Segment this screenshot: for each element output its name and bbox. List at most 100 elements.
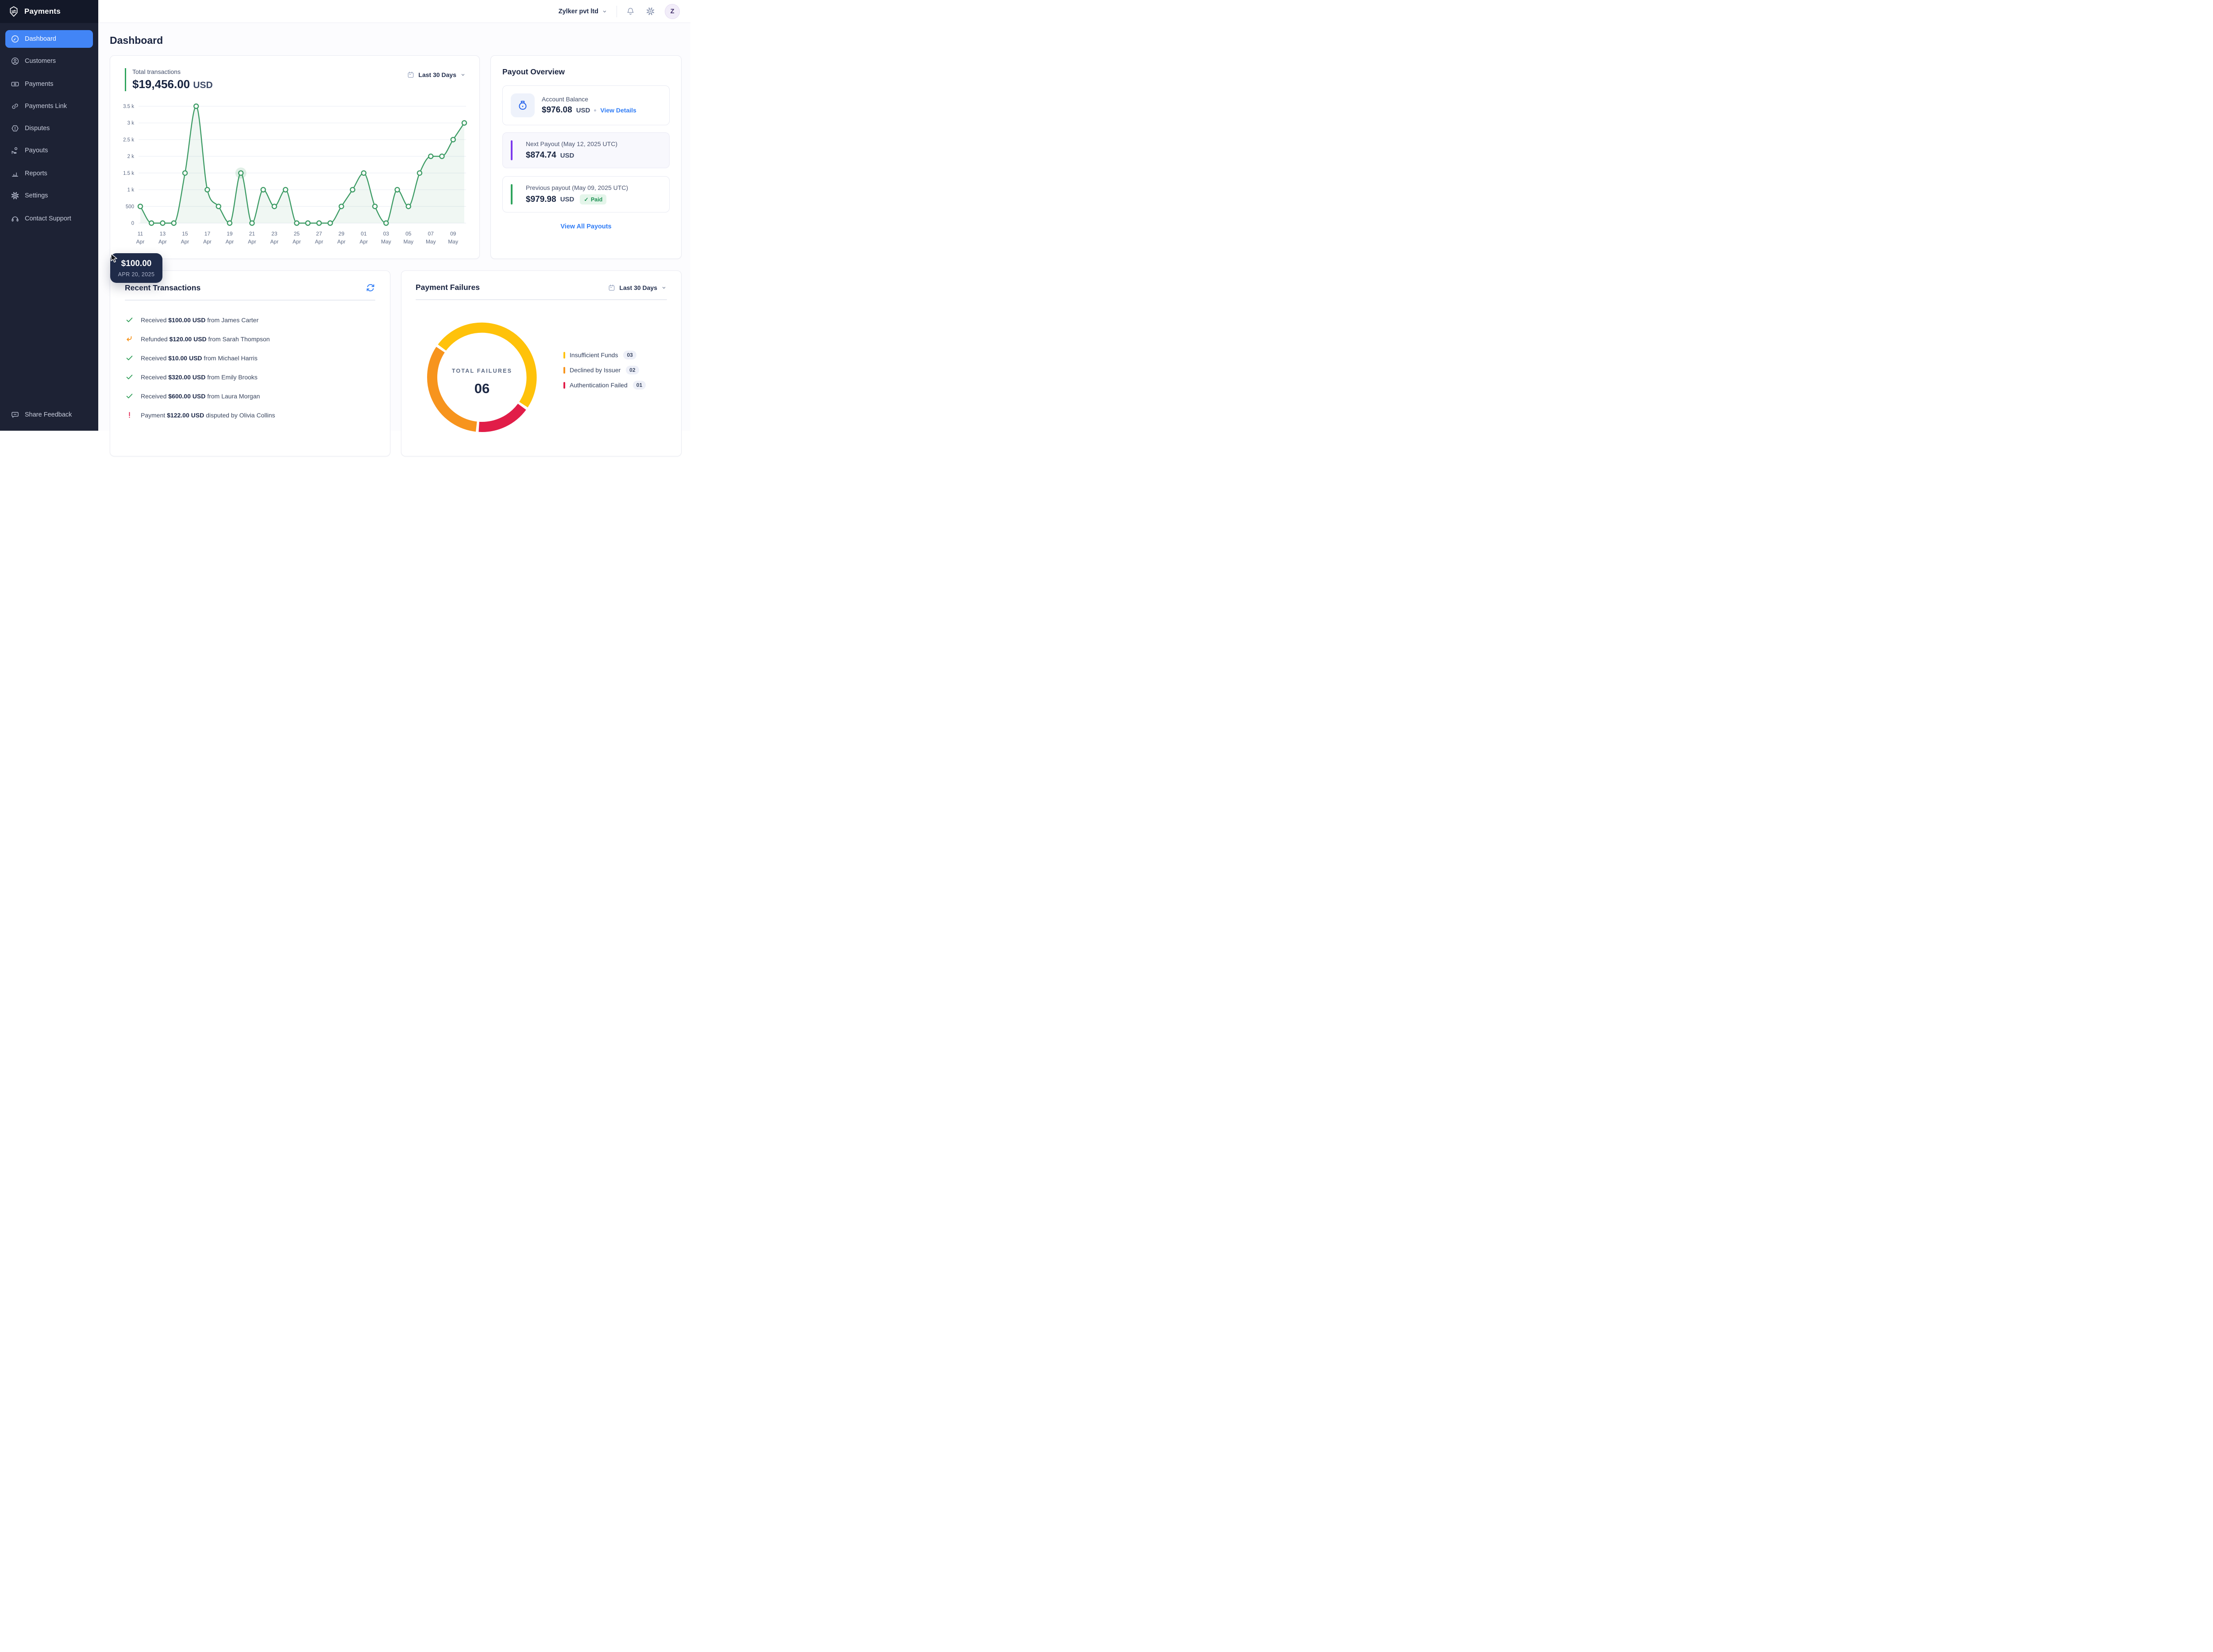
- sidebar: Payments Dashboard Customers Payments Payme…: [0, 0, 98, 431]
- payout-overview-card: Payout Overview Account Balance $976.08 …: [490, 55, 682, 259]
- sidebar-item-label: Disputes: [25, 125, 50, 132]
- view-all-payouts-link[interactable]: View All Payouts: [502, 223, 670, 230]
- account-balance-card: Account Balance $976.08 USD View Details: [502, 85, 670, 125]
- sidebar-item-payouts[interactable]: Payouts: [5, 142, 93, 159]
- legend-marker: [563, 352, 565, 359]
- sidebar-item-label: Payments: [25, 81, 53, 88]
- svg-text:15: 15: [182, 231, 188, 237]
- legend-count-badge: 03: [623, 351, 636, 359]
- transactions-list: Received $100.00 USD from James Carter R…: [125, 310, 375, 425]
- gauge-icon: [11, 35, 19, 43]
- svg-text:23: 23: [271, 231, 278, 237]
- previous-payout-label: Previous payout (May 09, 2025 UTC): [526, 184, 661, 191]
- svg-text:11: 11: [138, 231, 143, 237]
- svg-text:Apr: Apr: [136, 239, 145, 245]
- sidebar-group: Payments Payments Link Disputes Payouts: [5, 75, 93, 159]
- svg-text:Apr: Apr: [337, 239, 346, 245]
- svg-text:Apr: Apr: [158, 239, 167, 245]
- calendar-icon: [608, 284, 616, 292]
- transaction-row: Received $100.00 USD from James Carter: [125, 310, 375, 329]
- date-range-dropdown[interactable]: Last 30 Days: [407, 71, 466, 79]
- person-icon: [11, 57, 19, 66]
- chat-icon: [11, 410, 19, 419]
- money-bag-icon: [511, 93, 535, 117]
- alert-hex-icon: [11, 124, 19, 133]
- total-transactions-card: Total transactions $19,456.00 USD Last 3…: [110, 55, 480, 259]
- payout-overview-title: Payout Overview: [502, 67, 670, 77]
- svg-text:0: 0: [131, 221, 134, 226]
- svg-text:25: 25: [294, 231, 300, 237]
- org-name: Zylker pvt ltd: [559, 8, 598, 15]
- total-amount: $19,456.00 USD: [132, 77, 213, 91]
- bars-icon: [11, 169, 19, 178]
- sidebar-item-customers[interactable]: Customers: [5, 52, 93, 70]
- share-feedback-label: Share Feedback: [25, 411, 72, 418]
- chevron-down-icon: [661, 285, 667, 291]
- org-switcher[interactable]: Zylker pvt ltd: [559, 8, 608, 15]
- svg-text:Apr: Apr: [359, 239, 368, 245]
- sidebar-item-payments-link[interactable]: Payments Link: [5, 97, 93, 115]
- dot-separator: [594, 109, 596, 112]
- transaction-text: Received $100.00 USD from James Carter: [141, 317, 258, 324]
- svg-text:3.5 k: 3.5 k: [123, 104, 134, 109]
- sidebar-item-reports[interactable]: Reports: [5, 165, 93, 182]
- sidebar-item-payments[interactable]: Payments: [5, 75, 93, 93]
- svg-text:May: May: [381, 239, 391, 245]
- chevron-down-icon: [460, 72, 466, 78]
- svg-text:27: 27: [316, 231, 322, 237]
- legend-count-badge: 01: [633, 381, 646, 390]
- avatar[interactable]: Z: [665, 4, 680, 19]
- sidebar-item-label: Payments Link: [25, 103, 67, 110]
- sidebar-item-disputes[interactable]: Disputes: [5, 120, 93, 137]
- recent-transactions-card: Recent Transactions Received $100.00 USD…: [110, 270, 390, 456]
- legend-item-authentication-failed: Authentication Failed 01: [563, 381, 646, 390]
- svg-text:29: 29: [339, 231, 345, 237]
- gear-icon: [646, 7, 655, 16]
- sidebar-item-label: Contact Support: [25, 215, 71, 222]
- previous-payout-amount: $979.98: [526, 195, 556, 205]
- excl-icon: [125, 411, 134, 419]
- recent-transactions-title: Recent Transactions: [125, 283, 200, 293]
- legend-label: Insufficient Funds: [570, 351, 618, 359]
- svg-text:21: 21: [249, 231, 255, 237]
- failures-legend: Insufficient Funds 03 Declined by Issuer…: [563, 300, 646, 434]
- bell-icon: [626, 7, 635, 16]
- svg-text:1 k: 1 k: [127, 188, 135, 193]
- sidebar-item-contact-support[interactable]: Contact Support: [5, 210, 93, 228]
- sidebar-item-label: Reports: [25, 170, 47, 177]
- paid-badge: ✓Paid: [580, 194, 606, 205]
- sidebar-item-settings[interactable]: Settings: [5, 187, 93, 205]
- svg-text:01: 01: [361, 231, 367, 237]
- account-balance-amount: $976.08: [542, 105, 572, 115]
- svg-text:19: 19: [227, 231, 233, 237]
- notifications-button[interactable]: [626, 7, 635, 16]
- refund-icon: [125, 335, 134, 343]
- money-bag-icon: [516, 99, 529, 112]
- svg-text:09: 09: [450, 231, 456, 237]
- sidebar-item-share-feedback[interactable]: Share Feedback: [5, 406, 93, 424]
- svg-text:TOTAL FAILURES: TOTAL FAILURES: [452, 368, 512, 374]
- legend-count-badge: 02: [626, 366, 639, 374]
- settings-gear-button[interactable]: [646, 7, 655, 16]
- transaction-row: Received $600.00 USD from Laura Morgan: [125, 386, 375, 405]
- svg-text:Apr: Apr: [248, 239, 256, 245]
- svg-text:May: May: [448, 239, 458, 245]
- svg-text:Apr: Apr: [203, 239, 212, 245]
- svg-text:Apr: Apr: [181, 239, 189, 245]
- transactions-line-chart[interactable]: 05001 k1.5 k2 k2.5 k3 k3.5 k11Apr13Apr15…: [110, 97, 480, 253]
- svg-text:May: May: [403, 239, 413, 245]
- failures-donut-chart[interactable]: TOTAL FAILURES06: [425, 320, 539, 434]
- refresh-button[interactable]: [366, 283, 375, 293]
- view-details-link[interactable]: View Details: [600, 107, 636, 114]
- divider: [125, 300, 375, 301]
- failures-date-range-dropdown[interactable]: Last 30 Days: [608, 284, 667, 292]
- svg-text:Apr: Apr: [270, 239, 279, 245]
- chart-header: Total transactions $19,456.00 USD: [125, 68, 213, 91]
- date-range-label: Last 30 Days: [418, 71, 456, 78]
- next-payout-label: Next Payout (May 12, 2025 UTC): [526, 140, 661, 147]
- svg-text:Apr: Apr: [315, 239, 324, 245]
- sidebar-item-dashboard[interactable]: Dashboard: [5, 30, 93, 48]
- svg-text:2 k: 2 k: [127, 154, 135, 159]
- purple-accent-bar: [511, 140, 513, 160]
- chevron-down-icon: [460, 72, 466, 78]
